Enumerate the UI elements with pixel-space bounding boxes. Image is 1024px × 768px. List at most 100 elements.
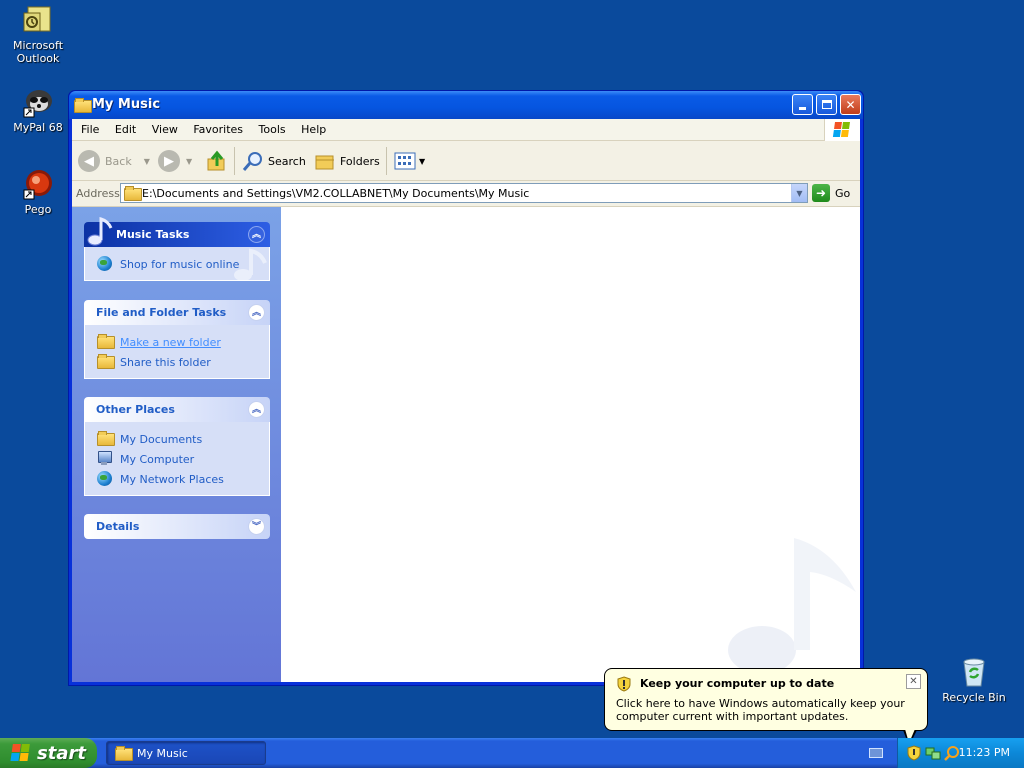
recycle-bin-icon: [958, 656, 990, 688]
network-icon[interactable]: [925, 745, 941, 761]
desktop-icon-pego[interactable]: Pego: [0, 168, 76, 216]
address-label: Address: [76, 187, 120, 200]
go-label: Go: [835, 186, 851, 200]
address-input[interactable]: E:\Documents and Settings\VM2.COLLABNET\…: [120, 183, 808, 203]
share-folder-icon: [97, 354, 115, 370]
task-label: Make a new folder: [120, 335, 221, 349]
menu-favorites[interactable]: Favorites: [187, 119, 249, 140]
task-label: Shop for music online: [120, 257, 240, 271]
file-folder-tasks-header[interactable]: File and Folder Tasks ︽: [84, 300, 270, 325]
up-folder-icon: [207, 150, 225, 171]
desktop-icon-label: Recycle Bin: [942, 691, 1006, 704]
collapse-icon[interactable]: ︽: [248, 304, 265, 321]
desktop-icon-mypal[interactable]: MyPal 68: [0, 86, 76, 134]
windows-logo-icon: [824, 119, 860, 141]
window-title: My Music: [92, 97, 161, 112]
mypal-icon: [22, 86, 54, 118]
maximize-button[interactable]: [816, 94, 837, 115]
folders-button[interactable]: Folders: [314, 149, 380, 173]
music-watermark-icon: [234, 248, 267, 280]
back-button[interactable]: ◀ Back ▼: [78, 149, 150, 173]
chevron-down-icon: ▼: [796, 188, 803, 198]
desktop-icon-label: Pego: [24, 203, 52, 216]
taskbar: start My Music 11:23 PM: [0, 738, 1024, 768]
computer-icon: [97, 451, 113, 467]
task-share-folder[interactable]: Share this folder: [97, 352, 269, 372]
place-label: My Network Places: [120, 472, 224, 486]
balloon-text: Click here to have Windows automatically…: [616, 697, 905, 723]
forward-button[interactable]: ▶ ▼: [158, 149, 192, 173]
menu-view[interactable]: View: [146, 119, 184, 140]
task-label: Share this folder: [120, 355, 211, 369]
music-tasks-header[interactable]: Music Tasks ︽: [84, 217, 270, 247]
views-icon: [394, 152, 416, 170]
menu-help[interactable]: Help: [295, 119, 332, 140]
search-button[interactable]: Search: [242, 149, 306, 173]
globe-icon: [97, 256, 113, 272]
chevron-down-icon: ▼: [186, 156, 193, 166]
balloon-close-button[interactable]: ✕: [906, 674, 921, 689]
security-shield-icon[interactable]: [906, 745, 922, 761]
up-folder-button[interactable]: [206, 149, 228, 173]
close-icon: ✕: [845, 97, 856, 112]
music-note-icon: [87, 217, 113, 246]
documents-folder-icon: [97, 431, 115, 447]
place-label: My Computer: [120, 452, 195, 466]
music-watermark-icon: [728, 538, 856, 674]
place-my-computer[interactable]: My Computer: [97, 449, 269, 469]
panel-title: Music Tasks: [116, 228, 190, 241]
toolbar: ◀ Back ▼ ▶ ▼ Search Folders ▼: [72, 141, 860, 181]
collapse-icon[interactable]: ︽: [248, 401, 265, 418]
minimize-button[interactable]: [792, 94, 813, 115]
close-icon: ✕: [909, 676, 918, 687]
music-tasks-panel: Music Tasks ︽ Shop for music online: [84, 217, 270, 281]
details-header[interactable]: Details ︾: [84, 514, 270, 539]
balloon-title: Keep your computer up to date: [640, 677, 835, 690]
place-label: My Documents: [120, 432, 203, 446]
chevron-down-icon: ▼: [419, 156, 426, 166]
content-area: Music Tasks ︽ Shop for music online File…: [72, 207, 860, 682]
folders-icon: [315, 155, 334, 170]
folder-icon: [115, 746, 133, 761]
file-list-pane[interactable]: [281, 207, 860, 682]
task-make-new-folder[interactable]: Make a new folder: [97, 332, 269, 352]
menu-tools[interactable]: Tools: [253, 119, 292, 140]
menu-edit[interactable]: Edit: [109, 119, 142, 140]
start-button[interactable]: start: [0, 738, 97, 768]
desktop-icon-recycle-bin[interactable]: Recycle Bin: [936, 656, 1012, 704]
folder-icon: [74, 98, 92, 113]
menu-file[interactable]: File: [75, 119, 105, 140]
windows-flag-icon: [10, 744, 30, 761]
minimize-icon: [799, 107, 806, 110]
explorer-window: My Music ✕ File Edit View Favorites Tool…: [68, 90, 864, 686]
network-places-icon: [97, 471, 113, 487]
collapse-icon[interactable]: ︽: [248, 226, 265, 243]
start-label: start: [37, 742, 86, 764]
close-button[interactable]: ✕: [840, 94, 861, 115]
other-places-header[interactable]: Other Places ︽: [84, 397, 270, 422]
views-button[interactable]: ▼: [394, 149, 425, 173]
desktop-icon-label: Microsoft Outlook: [12, 39, 64, 65]
panel-body: Make a new folder Share this folder: [84, 325, 270, 379]
panel-body: Shop for music online: [84, 247, 270, 281]
back-label: Back: [105, 154, 132, 168]
place-my-network-places[interactable]: My Network Places: [97, 469, 269, 489]
desktop-icon-outlook[interactable]: Microsoft Outlook: [0, 4, 76, 65]
go-button[interactable]: ➜ Go: [812, 184, 850, 202]
title-bar[interactable]: My Music ✕: [69, 91, 863, 119]
address-bar: Address E:\Documents and Settings\VM2.CO…: [72, 181, 860, 207]
address-value: E:\Documents and Settings\VM2.COLLABNET\…: [142, 187, 530, 200]
update-notification-balloon[interactable]: Keep your computer up to date Click here…: [604, 668, 928, 746]
go-arrow-icon: ➜: [812, 184, 830, 202]
system-tray: 11:23 PM: [897, 738, 1024, 768]
clock[interactable]: 11:23 PM: [959, 746, 1010, 759]
place-my-documents[interactable]: My Documents: [97, 429, 269, 449]
expand-icon[interactable]: ︾: [248, 518, 265, 535]
folders-label: Folders: [340, 154, 380, 168]
forward-arrow-icon: ▶: [158, 150, 180, 172]
search-tray-icon[interactable]: [944, 745, 960, 761]
taskbar-button-my-music[interactable]: My Music: [106, 741, 266, 765]
keyboard-icon[interactable]: [869, 748, 883, 758]
address-dropdown-button[interactable]: ▼: [791, 184, 807, 202]
details-panel: Details ︾: [84, 514, 270, 539]
